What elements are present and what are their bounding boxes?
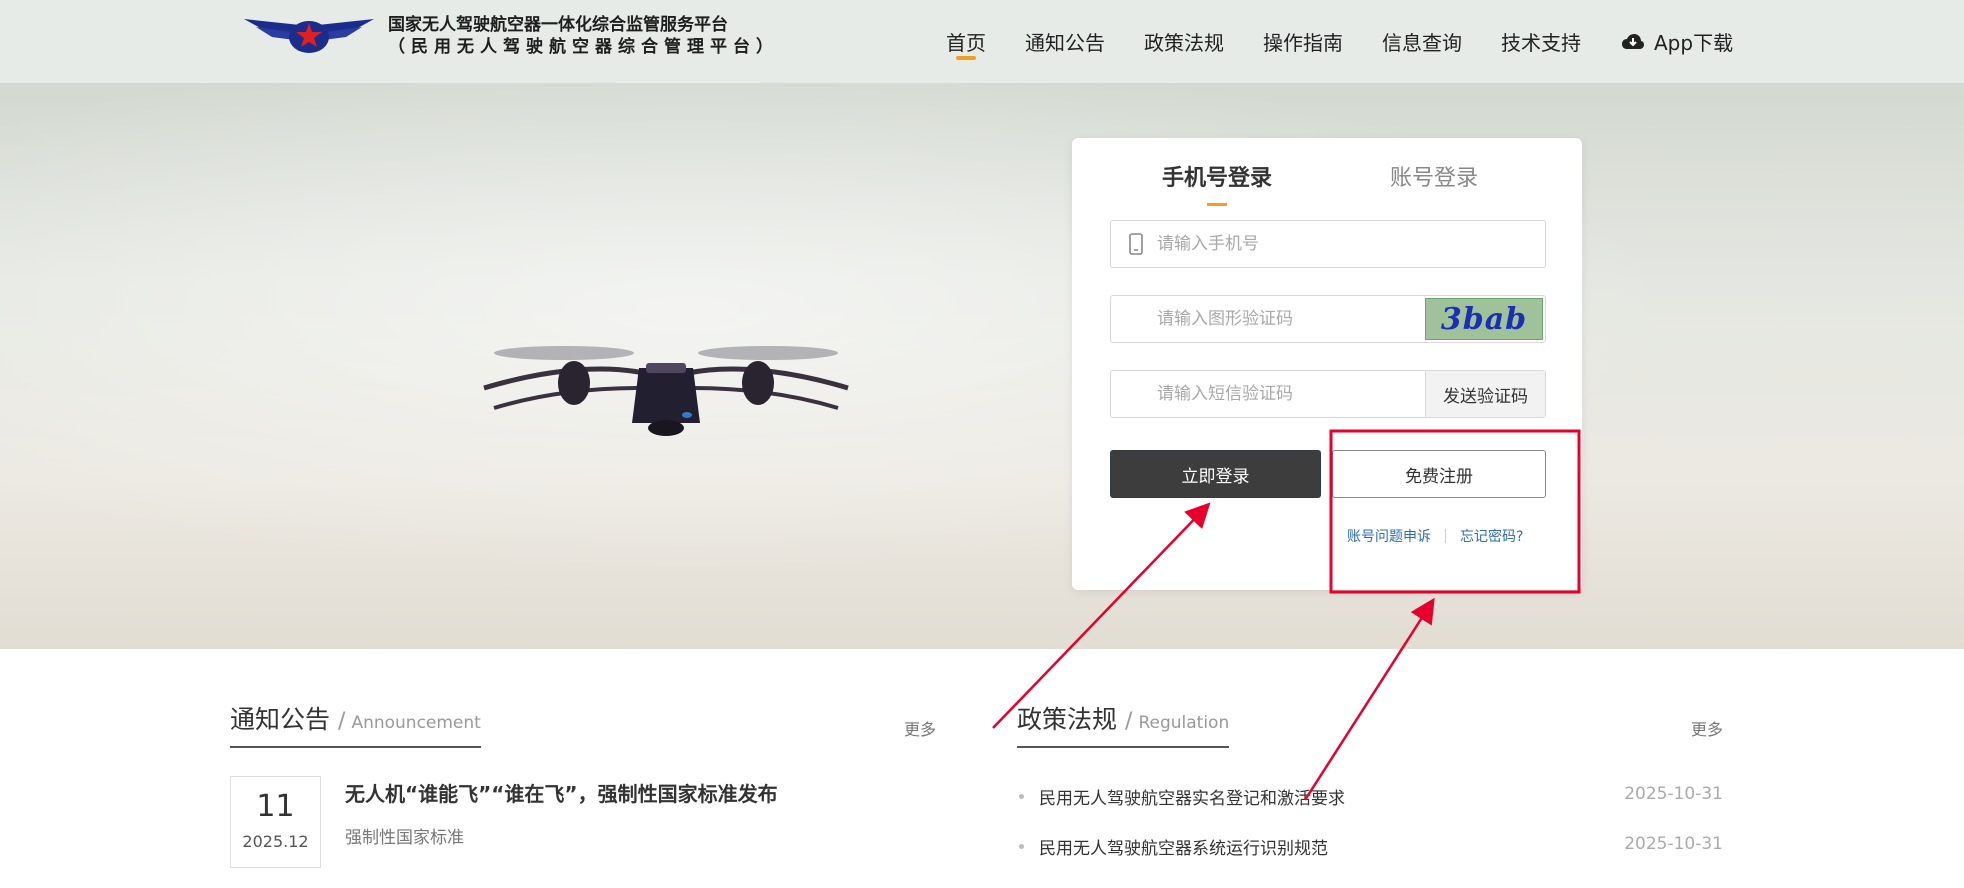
- send-code-button[interactable]: 发送验证码: [1425, 371, 1545, 417]
- login-card: 手机号登录 账号登录 3bab 发送验证码 立即登录 免费注册 账号问题申诉 忘记…: [1072, 138, 1582, 590]
- logo-text: 国家无人驾驶航空器一体化综合监管服务平台 （民用无人驾驶航空器综合管理平台）: [388, 14, 779, 58]
- regulation-section: 政策法规 / Regulation 更多 民用无人驾驶航空器实名登记和激活要求 20…: [1017, 700, 1723, 859]
- announcement-item-subtitle: 强制性国家标准: [345, 828, 464, 848]
- announcement-title-zh: 通知公告: [230, 705, 331, 734]
- announcement-title: 通知公告 / Announcement: [230, 700, 481, 748]
- regulation-list: 民用无人驾驶航空器实名登记和激活要求 2025-10-31 民用无人驾驶航空器系…: [1017, 784, 1723, 884]
- regulation-item-title[interactable]: 民用无人驾驶航空器系统运行识别规范: [1039, 839, 1328, 859]
- app-download-label: App下载: [1654, 31, 1734, 55]
- regulation-more-link[interactable]: 更多: [1691, 716, 1723, 740]
- regulation-title-zh: 政策法规: [1017, 705, 1118, 734]
- tab-phone-login[interactable]: 手机号登录: [1162, 160, 1272, 206]
- announcement-year-month: 2025.12: [242, 832, 309, 851]
- main-nav: 首页 通知公告 政策法规 操作指南 信息查询 技术支持 App下载: [946, 0, 1733, 83]
- nav-query[interactable]: 信息查询: [1382, 0, 1462, 83]
- captcha-field: 3bab: [1110, 295, 1546, 343]
- register-button[interactable]: 免费注册: [1332, 450, 1546, 498]
- regulation-item-date: 2025-10-31: [1624, 834, 1723, 854]
- nav-announcements[interactable]: 通知公告: [1025, 0, 1105, 83]
- phone-field: [1110, 220, 1546, 268]
- link-divider: [1445, 529, 1446, 543]
- nav-app-download[interactable]: App下载: [1622, 27, 1733, 56]
- account-links: 账号问题申诉 忘记密码?: [1347, 524, 1527, 550]
- logo-line-2: （民用无人驾驶航空器综合管理平台）: [388, 37, 779, 57]
- nav-policies[interactable]: 政策法规: [1144, 0, 1224, 83]
- regulation-item-date: 2025-10-31: [1624, 784, 1723, 804]
- announcement-item-title[interactable]: 无人机“谁能飞”“谁在飞”，强制性国家标准发布: [345, 778, 778, 807]
- login-tabs: 手机号登录 账号登录: [1072, 160, 1582, 206]
- list-item[interactable]: 民用无人驾驶航空器系统运行识别规范 2025-10-31: [1017, 834, 1723, 884]
- hero-banner: [0, 83, 1964, 649]
- drone-image: [483, 346, 849, 436]
- top-header: 国家无人驾驶航空器一体化综合监管服务平台 （民用无人驾驶航空器综合管理平台） 首…: [0, 0, 1964, 83]
- forgot-password-link[interactable]: 忘记密码?: [1460, 529, 1523, 545]
- wings-star-logo-icon: [244, 19, 374, 53]
- captcha-image[interactable]: 3bab: [1425, 298, 1543, 340]
- announcement-more-link[interactable]: 更多: [904, 716, 936, 740]
- regulation-title-en: Regulation: [1138, 713, 1230, 733]
- sms-code-input[interactable]: [1157, 371, 1417, 417]
- phone-input[interactable]: [1157, 221, 1417, 267]
- nav-support[interactable]: 技术支持: [1501, 0, 1581, 83]
- login-button[interactable]: 立即登录: [1110, 450, 1321, 498]
- announcement-date: 11 2025.12: [230, 776, 321, 868]
- account-appeal-link[interactable]: 账号问题申诉: [1347, 529, 1431, 545]
- logo-line-1: 国家无人驾驶航空器一体化综合监管服务平台: [388, 15, 728, 35]
- page: 国家无人驾驶航空器一体化综合监管服务平台 （民用无人驾驶航空器综合管理平台） 首…: [0, 0, 1964, 888]
- sms-code-field: 发送验证码: [1110, 370, 1546, 418]
- captcha-input[interactable]: [1157, 296, 1417, 342]
- mobile-phone-icon: [1129, 233, 1143, 255]
- announcement-day: 11: [256, 789, 295, 824]
- regulation-title: 政策法规 / Regulation: [1017, 700, 1230, 748]
- site-logo[interactable]: 国家无人驾驶航空器一体化综合监管服务平台 （民用无人驾驶航空器综合管理平台）: [242, 14, 779, 58]
- nav-home[interactable]: 首页: [946, 0, 986, 83]
- announcement-header: 通知公告 / Announcement 更多: [230, 700, 936, 748]
- regulation-item-title[interactable]: 民用无人驾驶航空器实名登记和激活要求: [1039, 789, 1345, 809]
- regulation-header: 政策法规 / Regulation 更多: [1017, 700, 1723, 748]
- nav-guide[interactable]: 操作指南: [1263, 0, 1343, 83]
- announcement-item[interactable]: 11 2025.12 无人机“谁能飞”“谁在飞”，强制性国家标准发布 强制性国家…: [230, 776, 936, 868]
- cloud-download-icon: [1622, 33, 1644, 49]
- announcement-section: 通知公告 / Announcement 更多 11 2025.12 无人机“谁能飞”…: [230, 700, 936, 868]
- announcement-title-en: Announcement: [351, 713, 481, 733]
- list-item[interactable]: 民用无人驾驶航空器实名登记和激活要求 2025-10-31: [1017, 784, 1723, 834]
- tab-account-login[interactable]: 账号登录: [1390, 160, 1478, 192]
